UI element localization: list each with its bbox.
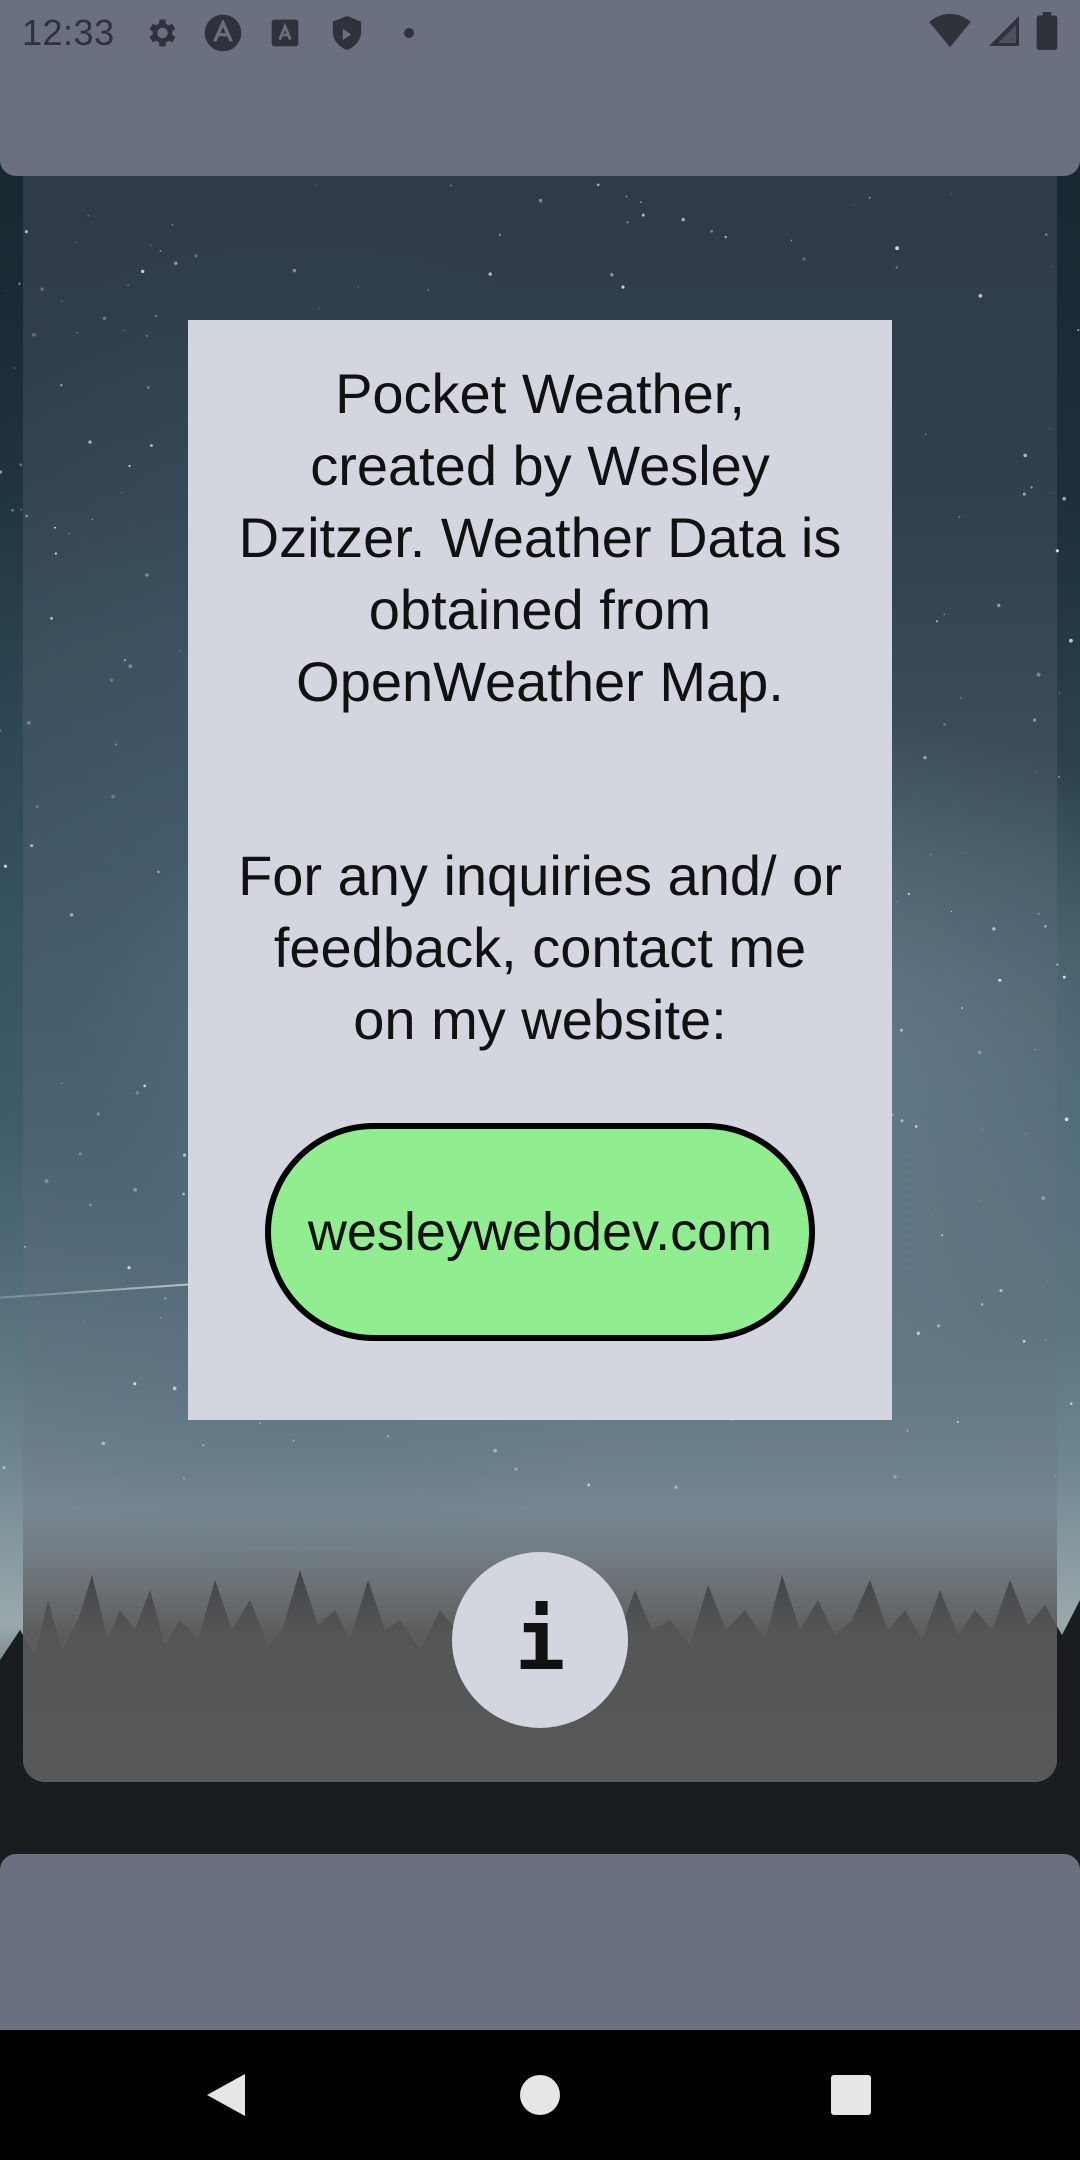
top-app-bar: 12:33 (0, 0, 1080, 176)
home-circle-icon (520, 2075, 560, 2115)
wifi-icon (928, 13, 972, 54)
nav-back-button[interactable] (166, 2030, 286, 2160)
nav-recents-button[interactable] (791, 2030, 911, 2160)
contact-instructions-text: For any inquiries and/ or feedback, cont… (238, 844, 842, 1051)
info-button[interactable]: i (452, 1552, 628, 1728)
bottom-app-bar (0, 1854, 1080, 2030)
font-a-icon (265, 13, 305, 53)
battery-icon (1036, 11, 1058, 55)
recents-square-icon (831, 2075, 871, 2115)
shield-icon (327, 13, 367, 53)
signal-icon (986, 13, 1022, 54)
website-link-button[interactable]: wesleywebdev.com (265, 1123, 815, 1341)
status-bar: 12:33 (0, 0, 1080, 66)
status-time: 12:33 (22, 12, 115, 53)
back-triangle-icon (207, 2074, 245, 2116)
about-info-card: Pocket Weather, created by Wesley Dzitze… (188, 320, 892, 1420)
nav-home-button[interactable] (480, 2030, 600, 2160)
system-navigation-bar (0, 2030, 1080, 2160)
dot-icon (389, 13, 429, 53)
about-credits-text: Pocket Weather, created by Wesley Dzitze… (238, 362, 842, 713)
app-a-icon (203, 13, 243, 53)
settings-icon (141, 13, 181, 53)
